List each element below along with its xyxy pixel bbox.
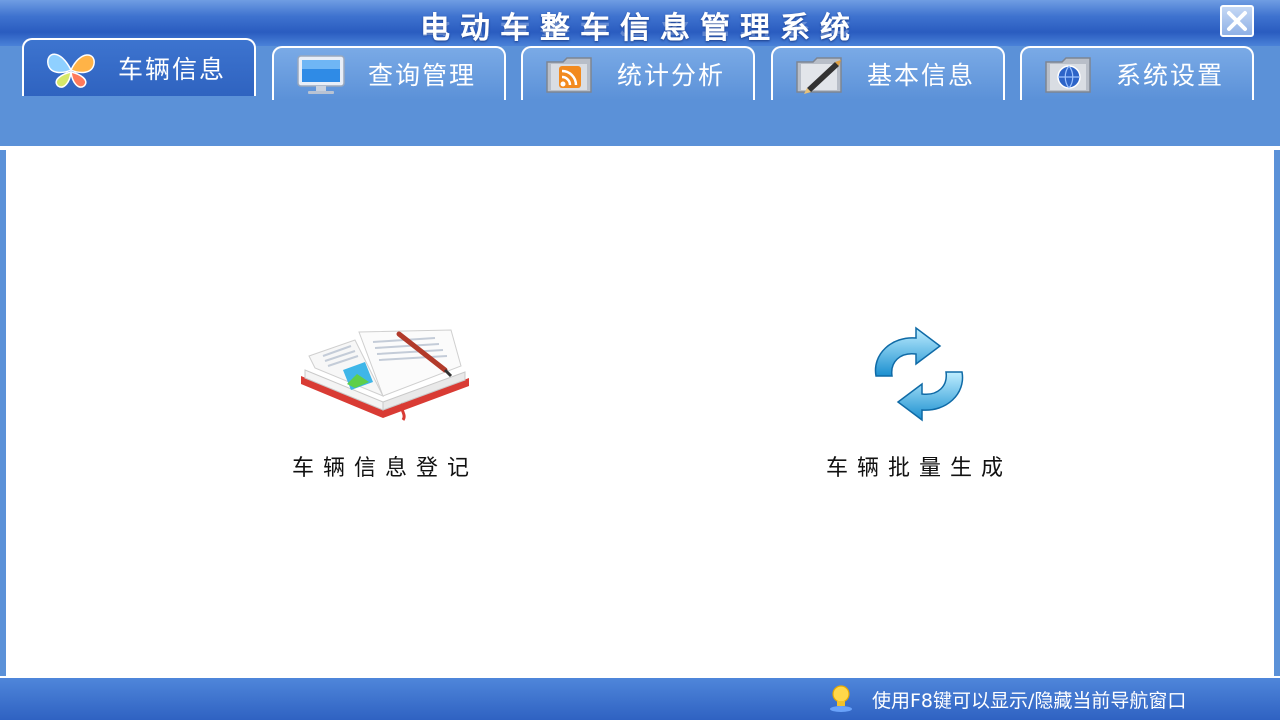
lightbulb-icon	[830, 685, 852, 712]
butterfly-icon	[47, 53, 95, 88]
vehicle-batch-generate-button[interactable]: 车辆批量生成	[804, 326, 1034, 482]
tab-system-settings[interactable]: 系统设置	[1020, 46, 1254, 100]
monitor-icon	[297, 55, 345, 94]
status-hint: 使用F8键可以显示/隐藏当前导航窗口	[872, 690, 1187, 712]
app-window: 电动车整车信息管理系统 电动车整车信息管理系统 车辆信息 查询管理	[0, 0, 1280, 720]
content-panel: 车辆信息登记 车辆批量生成	[6, 150, 1274, 676]
tab-label: 系统设置	[1116, 61, 1225, 90]
close-button[interactable]	[1220, 5, 1254, 37]
vehicle-registration-button[interactable]: 车辆信息登记	[270, 326, 500, 482]
status-bar: 使用F8键可以显示/隐藏当前导航窗口	[0, 676, 1280, 720]
tab-label: 车辆信息	[118, 55, 227, 84]
tab-label: 查询管理	[368, 61, 477, 90]
tab-vehicle-info[interactable]: 车辆信息	[22, 38, 256, 96]
globe-folder-icon	[1045, 57, 1091, 93]
open-book-icon	[301, 329, 469, 421]
refresh-arrows-icon	[874, 326, 964, 422]
window-title-reflection: 电动车整车信息管理系统	[0, 22, 1280, 36]
pencil-folder-icon	[796, 57, 842, 94]
tab-query-management[interactable]: 查询管理	[272, 46, 506, 100]
close-icon	[1227, 11, 1247, 31]
rss-folder-icon	[546, 57, 592, 93]
tab-label: 基本信息	[867, 61, 976, 90]
tab-statistics-analysis[interactable]: 统计分析	[521, 46, 755, 100]
tab-basic-info[interactable]: 基本信息	[771, 46, 1005, 100]
action-label: 车辆信息登记	[291, 456, 478, 481]
right-border	[1274, 150, 1280, 676]
action-label: 车辆批量生成	[825, 456, 1012, 481]
tab-label: 统计分析	[617, 61, 726, 90]
